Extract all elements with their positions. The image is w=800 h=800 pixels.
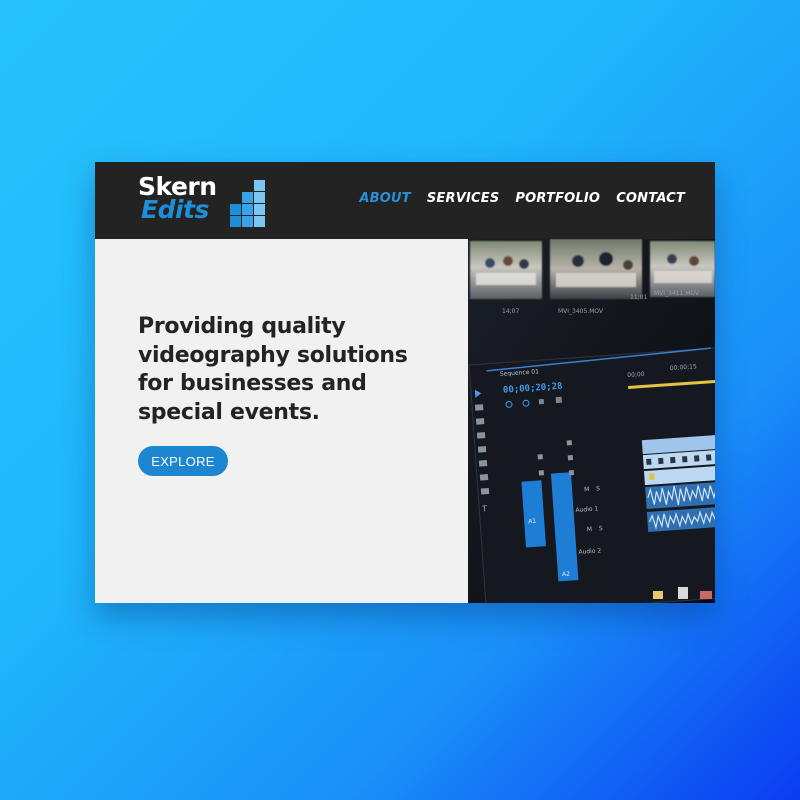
track-label-a2: A2 bbox=[562, 571, 571, 579]
headline-line: Providing quality bbox=[138, 314, 346, 339]
track-button: M bbox=[584, 486, 590, 493]
clip-label: MVI_3411.MOV bbox=[654, 290, 700, 297]
video-editor-photo: 14;07 MVI_3405.MOV 11;01 MVI_3411.MOV Se… bbox=[468, 239, 715, 603]
headline-line: special events. bbox=[138, 399, 320, 425]
track-label-a1: A1 bbox=[528, 518, 537, 526]
website-card: Skern Edits ABOUT SERVICES PORTFOLIO CON… bbox=[95, 162, 715, 603]
hero-headline: Providing quality videography solutions … bbox=[138, 313, 438, 427]
nav-about[interactable]: ABOUT bbox=[359, 191, 410, 206]
timecode-label: 11;01 bbox=[630, 294, 647, 301]
clip-label: MVI_3405.MOV bbox=[558, 308, 604, 315]
stacked-blocks-icon bbox=[230, 180, 265, 227]
track-button: M bbox=[587, 526, 593, 533]
headline-line: videography solutions bbox=[138, 342, 408, 368]
main-nav: ABOUT SERVICES PORTFOLIO CONTACT bbox=[359, 191, 685, 206]
explore-button[interactable]: EXPLORE bbox=[138, 446, 228, 476]
site-header: Skern Edits ABOUT SERVICES PORTFOLIO CON… bbox=[95, 162, 715, 239]
nav-contact[interactable]: CONTACT bbox=[616, 191, 685, 206]
svg-text:T: T bbox=[481, 504, 488, 513]
track-button: S bbox=[599, 525, 603, 532]
nav-portfolio[interactable]: PORTFOLIO bbox=[515, 191, 600, 206]
headline-line: for businesses and bbox=[138, 371, 367, 396]
ruler-label: 00;00 bbox=[627, 371, 645, 379]
video-tracks bbox=[641, 434, 715, 486]
video-editor-illustration: 14;07 MVI_3405.MOV 11;01 MVI_3411.MOV Se… bbox=[468, 239, 715, 603]
hero-section: Providing quality videography solutions … bbox=[95, 239, 468, 603]
timecode-label: 14;07 bbox=[502, 308, 519, 315]
logo-word-edits: Edits bbox=[141, 195, 209, 224]
brand-logo[interactable]: Skern Edits bbox=[138, 174, 268, 228]
track-button: S bbox=[596, 485, 600, 492]
nav-services[interactable]: SERVICES bbox=[427, 191, 500, 206]
